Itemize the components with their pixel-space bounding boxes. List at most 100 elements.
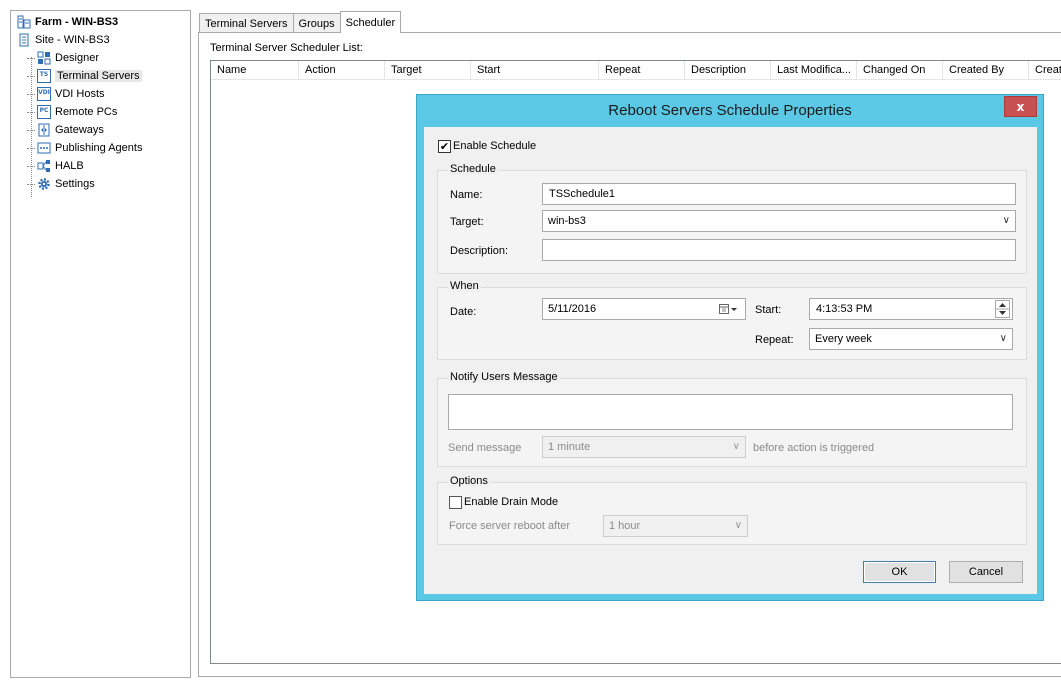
- tree-branch: [27, 130, 35, 131]
- gateways-icon: [37, 123, 51, 137]
- tree-branch: [27, 58, 35, 59]
- tab-scheduler[interactable]: Scheduler: [339, 11, 402, 33]
- tree-item-halb[interactable]: HALB: [27, 157, 84, 175]
- send-message-suffix: before action is triggered: [753, 442, 875, 454]
- main-tabs: Terminal Servers Groups Scheduler: [199, 11, 402, 33]
- tree-branch: [27, 166, 35, 167]
- tree-label: Settings: [55, 178, 95, 190]
- designer-icon: [37, 51, 51, 65]
- schedule-group-title: Schedule: [448, 163, 498, 175]
- target-label: Target:: [450, 216, 484, 228]
- vdi-hosts-icon: VDI: [37, 87, 51, 101]
- tree-label: Remote PCs: [55, 106, 118, 118]
- description-label: Description:: [450, 245, 509, 257]
- repeat-label: Repeat:: [755, 334, 794, 346]
- date-label: Date:: [450, 306, 477, 318]
- column-header-changed-on[interactable]: Changed On: [857, 61, 943, 80]
- tree-label: HALB: [55, 160, 84, 172]
- close-button[interactable]: x: [1004, 96, 1037, 117]
- tree-item-publishing-agents[interactable]: Publishing Agents: [27, 139, 143, 157]
- enable-drain-mode-checkbox[interactable]: [449, 496, 462, 509]
- column-header-created-by[interactable]: Created By: [943, 61, 1029, 80]
- name-field[interactable]: TSSchedule1: [542, 183, 1016, 205]
- enable-schedule-checkbox[interactable]: ✔: [438, 140, 451, 153]
- close-icon: x: [1016, 99, 1025, 114]
- tree-item-vdi-hosts[interactable]: VDI VDI Hosts: [27, 85, 105, 103]
- when-group: When Date: 5/11/2016 Start: 4:13:53 PM R…: [437, 280, 1027, 360]
- chevron-down-icon: ∨: [734, 520, 742, 531]
- time-spinner[interactable]: [995, 300, 1010, 318]
- tree-node-farm[interactable]: Farm - WIN-BS3: [17, 13, 118, 31]
- tree-label: Terminal Servers: [55, 70, 142, 82]
- notify-message-field[interactable]: [448, 394, 1013, 430]
- notify-users-group: Notify Users Message Send message 1 minu…: [437, 371, 1027, 467]
- send-message-value: 1 minute: [548, 441, 591, 453]
- tree-item-settings[interactable]: Settings: [27, 175, 95, 193]
- force-reboot-select[interactable]: 1 hour ∨: [603, 515, 748, 537]
- tree-label-site: Site - WIN-BS3: [35, 34, 110, 46]
- force-reboot-value: 1 hour: [609, 520, 641, 532]
- column-header-target[interactable]: Target: [385, 61, 471, 80]
- farm-icon: [17, 15, 31, 29]
- tree-item-designer[interactable]: Designer: [27, 49, 100, 67]
- scheduler-list-label: Terminal Server Scheduler List:: [210, 42, 363, 54]
- navigation-tree: Farm - WIN-BS3 Site - WIN-BS3 Designer T…: [10, 10, 191, 678]
- tree-branch: [27, 148, 35, 149]
- tree-label: Designer: [55, 52, 100, 64]
- schedule-group: Schedule Name: TSSchedule1 Target: win-b…: [437, 163, 1027, 274]
- column-header-start[interactable]: Start: [471, 61, 599, 80]
- tree-connector: [31, 57, 32, 197]
- calendar-icon[interactable]: [719, 304, 739, 314]
- tree-item-remote-pcs[interactable]: PC Remote PCs: [27, 103, 118, 121]
- chevron-down-icon: ∨: [999, 333, 1007, 344]
- tree-branch: [27, 112, 35, 113]
- column-header-description[interactable]: Description: [685, 61, 771, 80]
- column-header-name[interactable]: Name: [211, 61, 299, 80]
- column-header-repeat[interactable]: Repeat: [599, 61, 685, 80]
- column-header-action[interactable]: Action: [299, 61, 385, 80]
- repeat-select[interactable]: Every week ∨: [809, 328, 1013, 350]
- halb-icon: [37, 159, 51, 173]
- tree-label: Gateways: [55, 124, 104, 136]
- target-select[interactable]: win-bs3 ∨: [542, 210, 1016, 232]
- send-message-select[interactable]: 1 minute ∨: [542, 436, 746, 458]
- tab-groups[interactable]: Groups: [292, 13, 341, 33]
- force-reboot-label: Force server reboot after: [449, 520, 571, 532]
- date-value: 5/11/2016: [548, 303, 597, 315]
- gear-icon: [37, 177, 51, 191]
- when-group-title: When: [448, 280, 481, 292]
- tree-branch: [27, 94, 35, 95]
- start-time-field[interactable]: 4:13:53 PM: [809, 298, 1013, 320]
- notify-group-title: Notify Users Message: [448, 371, 560, 383]
- tab-terminal-servers[interactable]: Terminal Servers: [199, 13, 294, 33]
- column-header-created-on[interactable]: Creat: [1029, 61, 1061, 80]
- publishing-agents-icon: [37, 141, 51, 155]
- options-group-title: Options: [448, 475, 490, 487]
- cancel-button[interactable]: Cancel: [949, 561, 1023, 583]
- start-label: Start:: [755, 304, 782, 316]
- target-value: win-bs3: [548, 215, 586, 227]
- date-picker[interactable]: 5/11/2016: [542, 298, 746, 320]
- enable-drain-mode-label: Enable Drain Mode: [464, 496, 559, 508]
- tree-item-gateways[interactable]: Gateways: [27, 121, 104, 139]
- chevron-down-icon: ∨: [1002, 215, 1010, 226]
- tree-label-farm: Farm - WIN-BS3: [35, 16, 119, 28]
- tree-item-terminal-servers[interactable]: TS Terminal Servers: [27, 67, 142, 85]
- terminal-servers-icon: TS: [37, 69, 51, 83]
- dialog-title: Reboot Servers Schedule Properties: [608, 102, 852, 119]
- repeat-value: Every week: [815, 333, 872, 345]
- tree-branch: [27, 76, 35, 77]
- tree-label: VDI Hosts: [55, 88, 105, 100]
- description-field[interactable]: [542, 239, 1016, 261]
- name-label: Name:: [450, 189, 483, 201]
- enable-schedule-label: Enable Schedule: [453, 140, 537, 152]
- column-header-last-modified[interactable]: Last Modifica...: [771, 61, 857, 80]
- ok-button[interactable]: OK: [863, 561, 936, 583]
- site-icon: [17, 33, 31, 47]
- chevron-down-icon: ∨: [732, 441, 740, 452]
- send-message-label: Send message: [448, 442, 522, 454]
- tree-node-site[interactable]: Site - WIN-BS3: [17, 31, 110, 49]
- tree-label: Publishing Agents: [55, 142, 143, 154]
- schedule-properties-dialog: Reboot Servers Schedule Properties x ✔ E…: [416, 94, 1044, 601]
- dialog-body: ✔ Enable Schedule Schedule Name: TSSched…: [424, 127, 1037, 594]
